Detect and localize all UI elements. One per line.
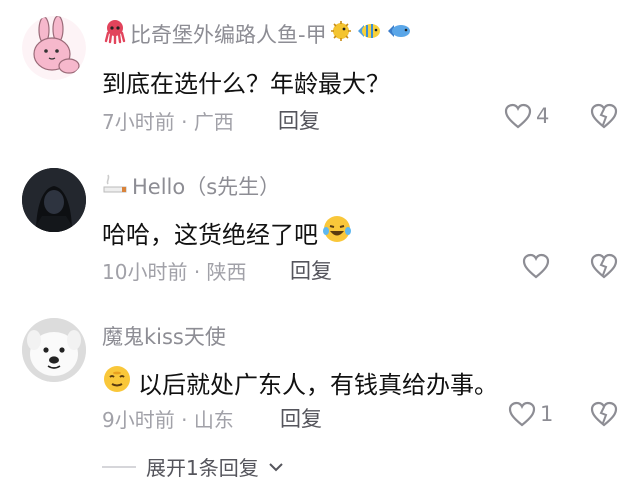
dislike-button[interactable]: [590, 253, 618, 283]
dislike-button[interactable]: [590, 401, 618, 431]
like-count: 4: [536, 104, 550, 128]
pink-rabbit-avatar-icon: [22, 16, 86, 80]
broken-heart-icon: [590, 253, 618, 279]
reply-button[interactable]: 回复: [290, 255, 332, 285]
reply-button[interactable]: 回复: [278, 105, 320, 135]
like-button[interactable]: [522, 253, 554, 279]
expand-replies-label: 展开1条回复: [146, 456, 259, 480]
heart-icon: [508, 401, 536, 427]
comment-username: Hello（s先生）: [132, 175, 281, 199]
comment-username-row[interactable]: Hello（s先生）: [102, 171, 280, 201]
comment-username-row[interactable]: 魔鬼kiss天使: [102, 321, 226, 351]
avatar[interactable]: [22, 168, 86, 232]
chevron-down-icon: [269, 462, 283, 471]
broken-heart-icon: [590, 401, 618, 427]
octopus-icon: [102, 18, 128, 49]
comment-text-row: 以后就处广东人，有钱真给办事。: [102, 364, 498, 400]
comment-location: 广西: [193, 110, 234, 134]
cigarette-icon: [102, 172, 130, 201]
like-button[interactable]: 4: [504, 103, 549, 129]
divider-line: [102, 465, 136, 468]
comment-time: 10小时前: [102, 260, 188, 284]
comment-time: 9小时前: [102, 408, 175, 432]
avatar[interactable]: [22, 16, 86, 80]
heart-icon: [504, 103, 532, 129]
meta-separator: ·: [181, 110, 194, 134]
meta-separator: ·: [193, 260, 207, 284]
relieved-face-emoji-icon: [102, 364, 132, 400]
comment-meta: 10小时前 · 陕西: [102, 256, 247, 285]
comment-username: 魔鬼kiss天使: [102, 325, 226, 349]
tropical-fish-icon: [355, 19, 383, 48]
comment-time: 7小时前: [102, 110, 175, 134]
white-dog-avatar-icon: [22, 318, 86, 382]
comment-meta: 7小时前 · 广西: [102, 106, 234, 135]
comment-text: 以后就处广东人，有钱真给办事。: [138, 370, 498, 399]
expand-replies-button[interactable]: 展开1条回复: [102, 452, 283, 481]
avatar[interactable]: [22, 318, 86, 382]
broken-heart-icon: [590, 103, 618, 129]
comment-text: 到底在选什么？年龄最大？: [102, 70, 390, 98]
reply-button[interactable]: 回复: [280, 403, 322, 433]
blowfish-icon: [329, 19, 353, 48]
comment-username-row[interactable]: 比奇堡外编路人鱼-甲: [102, 18, 413, 49]
like-count: 1: [540, 402, 554, 426]
comment-location: 陕西: [206, 260, 247, 284]
laughing-tears-emoji-icon: [322, 214, 352, 250]
dislike-button[interactable]: [590, 103, 618, 133]
comment-username: 比奇堡外编路人鱼-甲: [130, 22, 327, 47]
comment-location: 山东: [193, 408, 234, 432]
like-button[interactable]: 1: [508, 401, 553, 427]
hooded-figure-avatar-icon: [22, 168, 86, 232]
heart-icon: [522, 253, 550, 279]
comment-text: 哈哈，这货绝经了吧: [102, 220, 318, 249]
comment-text-row: 哈哈，这货绝经了吧: [102, 214, 352, 250]
meta-separator: ·: [181, 408, 194, 432]
comment-meta: 9小时前 · 山东: [102, 404, 234, 433]
fish-icon: [385, 19, 413, 48]
